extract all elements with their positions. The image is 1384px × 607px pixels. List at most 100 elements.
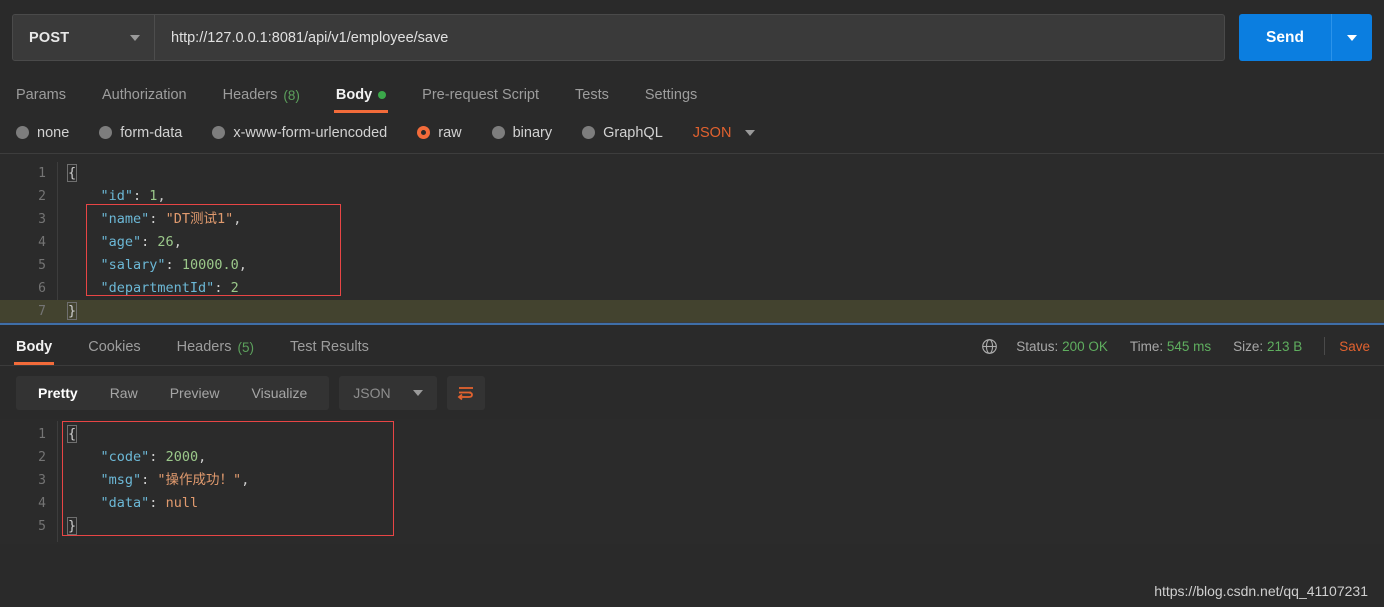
json-punctuation xyxy=(68,188,101,204)
response-view-modes: PrettyRawPreviewVisualize xyxy=(16,376,329,410)
body-type-label: raw xyxy=(438,125,461,141)
code-text: "age": 26, xyxy=(68,231,182,254)
view-mode-visualize[interactable]: Visualize xyxy=(236,376,324,410)
response-body-editor[interactable]: 1{2 "code": 2000,3 "msg": "操作成功！",4 "dat… xyxy=(0,419,1384,544)
code-line: 1{ xyxy=(0,162,1384,185)
json-number: 2000 xyxy=(166,449,199,465)
json-key: "code" xyxy=(101,449,150,465)
status-value: 200 OK xyxy=(1062,339,1108,354)
code-line: 5 "salary": 10000.0, xyxy=(0,254,1384,277)
request-tab-headers[interactable]: Headers(8) xyxy=(223,87,300,113)
response-meta: Status: 200 OK Time: 545 ms Size: 213 B … xyxy=(981,337,1370,365)
body-type-raw[interactable]: raw xyxy=(417,125,461,141)
response-tab-headers[interactable]: Headers(5) xyxy=(177,339,254,365)
view-mode-pretty[interactable]: Pretty xyxy=(22,376,94,410)
json-key: "age" xyxy=(101,234,142,250)
json-punctuation: , xyxy=(198,449,206,465)
status-label: Status: xyxy=(1016,339,1058,354)
request-body-editor[interactable]: 1{2 "id": 1,3 "name": "DT测试1",4 "age": 2… xyxy=(0,153,1384,323)
radio-icon xyxy=(417,126,430,139)
code-text: "code": 2000, xyxy=(68,446,206,469)
json-punctuation xyxy=(68,234,101,250)
code-text: "salary": 10000.0, xyxy=(68,254,247,277)
send-options-button[interactable] xyxy=(1331,14,1372,61)
line-number: 1 xyxy=(0,162,46,185)
response-tab-cookies[interactable]: Cookies xyxy=(88,339,140,365)
body-type-x-www-form-urlencoded[interactable]: x-www-form-urlencoded xyxy=(212,125,387,141)
request-code-area[interactable]: 1{2 "id": 1,3 "name": "DT测试1",4 "age": 2… xyxy=(0,154,1384,323)
request-tab-body[interactable]: Body xyxy=(336,87,386,113)
response-header: Body Cookies Headers(5) Test Results Status… xyxy=(0,325,1384,366)
request-tab-authorization[interactable]: Authorization xyxy=(102,87,187,113)
json-number: 10000.0 xyxy=(182,257,239,273)
json-punctuation: } xyxy=(68,518,76,534)
json-punctuation: : xyxy=(141,234,157,250)
http-method-select[interactable]: POST xyxy=(13,15,155,60)
json-number: 2 xyxy=(231,280,239,296)
response-format-select[interactable]: JSON xyxy=(339,376,436,410)
line-number: 3 xyxy=(0,208,46,231)
radio-icon xyxy=(582,126,595,139)
chevron-down-icon xyxy=(413,390,423,396)
json-string: "DT测试1" xyxy=(166,211,234,227)
view-mode-preview[interactable]: Preview xyxy=(154,376,236,410)
json-punctuation: : xyxy=(166,257,182,273)
tab-count: (5) xyxy=(237,340,254,355)
json-punctuation: , xyxy=(239,257,247,273)
json-punctuation xyxy=(68,280,101,296)
tab-label: Pre-request Script xyxy=(422,87,539,103)
line-number: 5 xyxy=(0,254,46,277)
code-line: 3 "name": "DT测试1", xyxy=(0,208,1384,231)
request-tab-tests[interactable]: Tests xyxy=(575,87,609,113)
json-punctuation: { xyxy=(68,426,76,442)
save-response-link[interactable]: Save xyxy=(1339,339,1370,354)
body-type-row: none form-data x-www-form-urlencoded raw bin… xyxy=(0,113,1384,153)
response-tab-test-results[interactable]: Test Results xyxy=(290,339,369,365)
body-type-label: none xyxy=(37,125,69,141)
json-punctuation: { xyxy=(68,165,76,181)
code-line: 6 "departmentId": 2 xyxy=(0,277,1384,300)
code-text: "data": null xyxy=(68,492,198,515)
line-number: 5 xyxy=(0,515,46,538)
json-key: "salary" xyxy=(101,257,166,273)
radio-icon xyxy=(212,126,225,139)
send-button[interactable]: Send xyxy=(1239,14,1331,61)
url-input[interactable]: http://127.0.0.1:8081/api/v1/employee/sa… xyxy=(155,15,1224,60)
tab-label: Tests xyxy=(575,87,609,103)
line-number: 1 xyxy=(0,423,46,446)
tab-label: Body xyxy=(16,339,52,355)
response-code-area[interactable]: 1{2 "code": 2000,3 "msg": "操作成功！",4 "dat… xyxy=(0,419,1384,538)
code-text: "msg": "操作成功！", xyxy=(68,469,249,492)
tab-label: Params xyxy=(16,87,66,103)
view-mode-raw[interactable]: Raw xyxy=(94,376,154,410)
tab-label: Settings xyxy=(645,87,697,103)
request-tab-pre-request-script[interactable]: Pre-request Script xyxy=(422,87,539,113)
body-type-form-data[interactable]: form-data xyxy=(99,125,182,141)
raw-format-select[interactable]: JSON xyxy=(693,125,756,141)
status-metric: Status: 200 OK xyxy=(1016,339,1108,354)
body-type-binary[interactable]: binary xyxy=(492,125,553,141)
json-punctuation: : xyxy=(133,188,149,204)
word-wrap-button[interactable] xyxy=(447,376,485,410)
body-type-graphql[interactable]: GraphQL xyxy=(582,125,663,141)
json-number: 26 xyxy=(157,234,173,250)
line-number: 2 xyxy=(0,185,46,208)
json-punctuation: : xyxy=(149,211,165,227)
body-type-label: binary xyxy=(513,125,553,141)
radio-icon xyxy=(492,126,505,139)
code-text: "departmentId": 2 xyxy=(68,277,239,300)
request-tab-params[interactable]: Params xyxy=(16,87,66,113)
json-key: "id" xyxy=(101,188,134,204)
json-punctuation: : xyxy=(214,280,230,296)
time-label: Time: xyxy=(1130,339,1163,354)
request-tab-settings[interactable]: Settings xyxy=(645,87,697,113)
response-tab-body[interactable]: Body xyxy=(16,339,52,365)
json-punctuation: : xyxy=(149,449,165,465)
json-key: "name" xyxy=(101,211,150,227)
json-punctuation: : xyxy=(149,495,165,511)
body-type-label: form-data xyxy=(120,125,182,141)
body-type-none[interactable]: none xyxy=(16,125,69,141)
line-highlight xyxy=(0,300,1384,323)
send-button-group: Send xyxy=(1239,14,1372,61)
size-value: 213 B xyxy=(1267,339,1302,354)
